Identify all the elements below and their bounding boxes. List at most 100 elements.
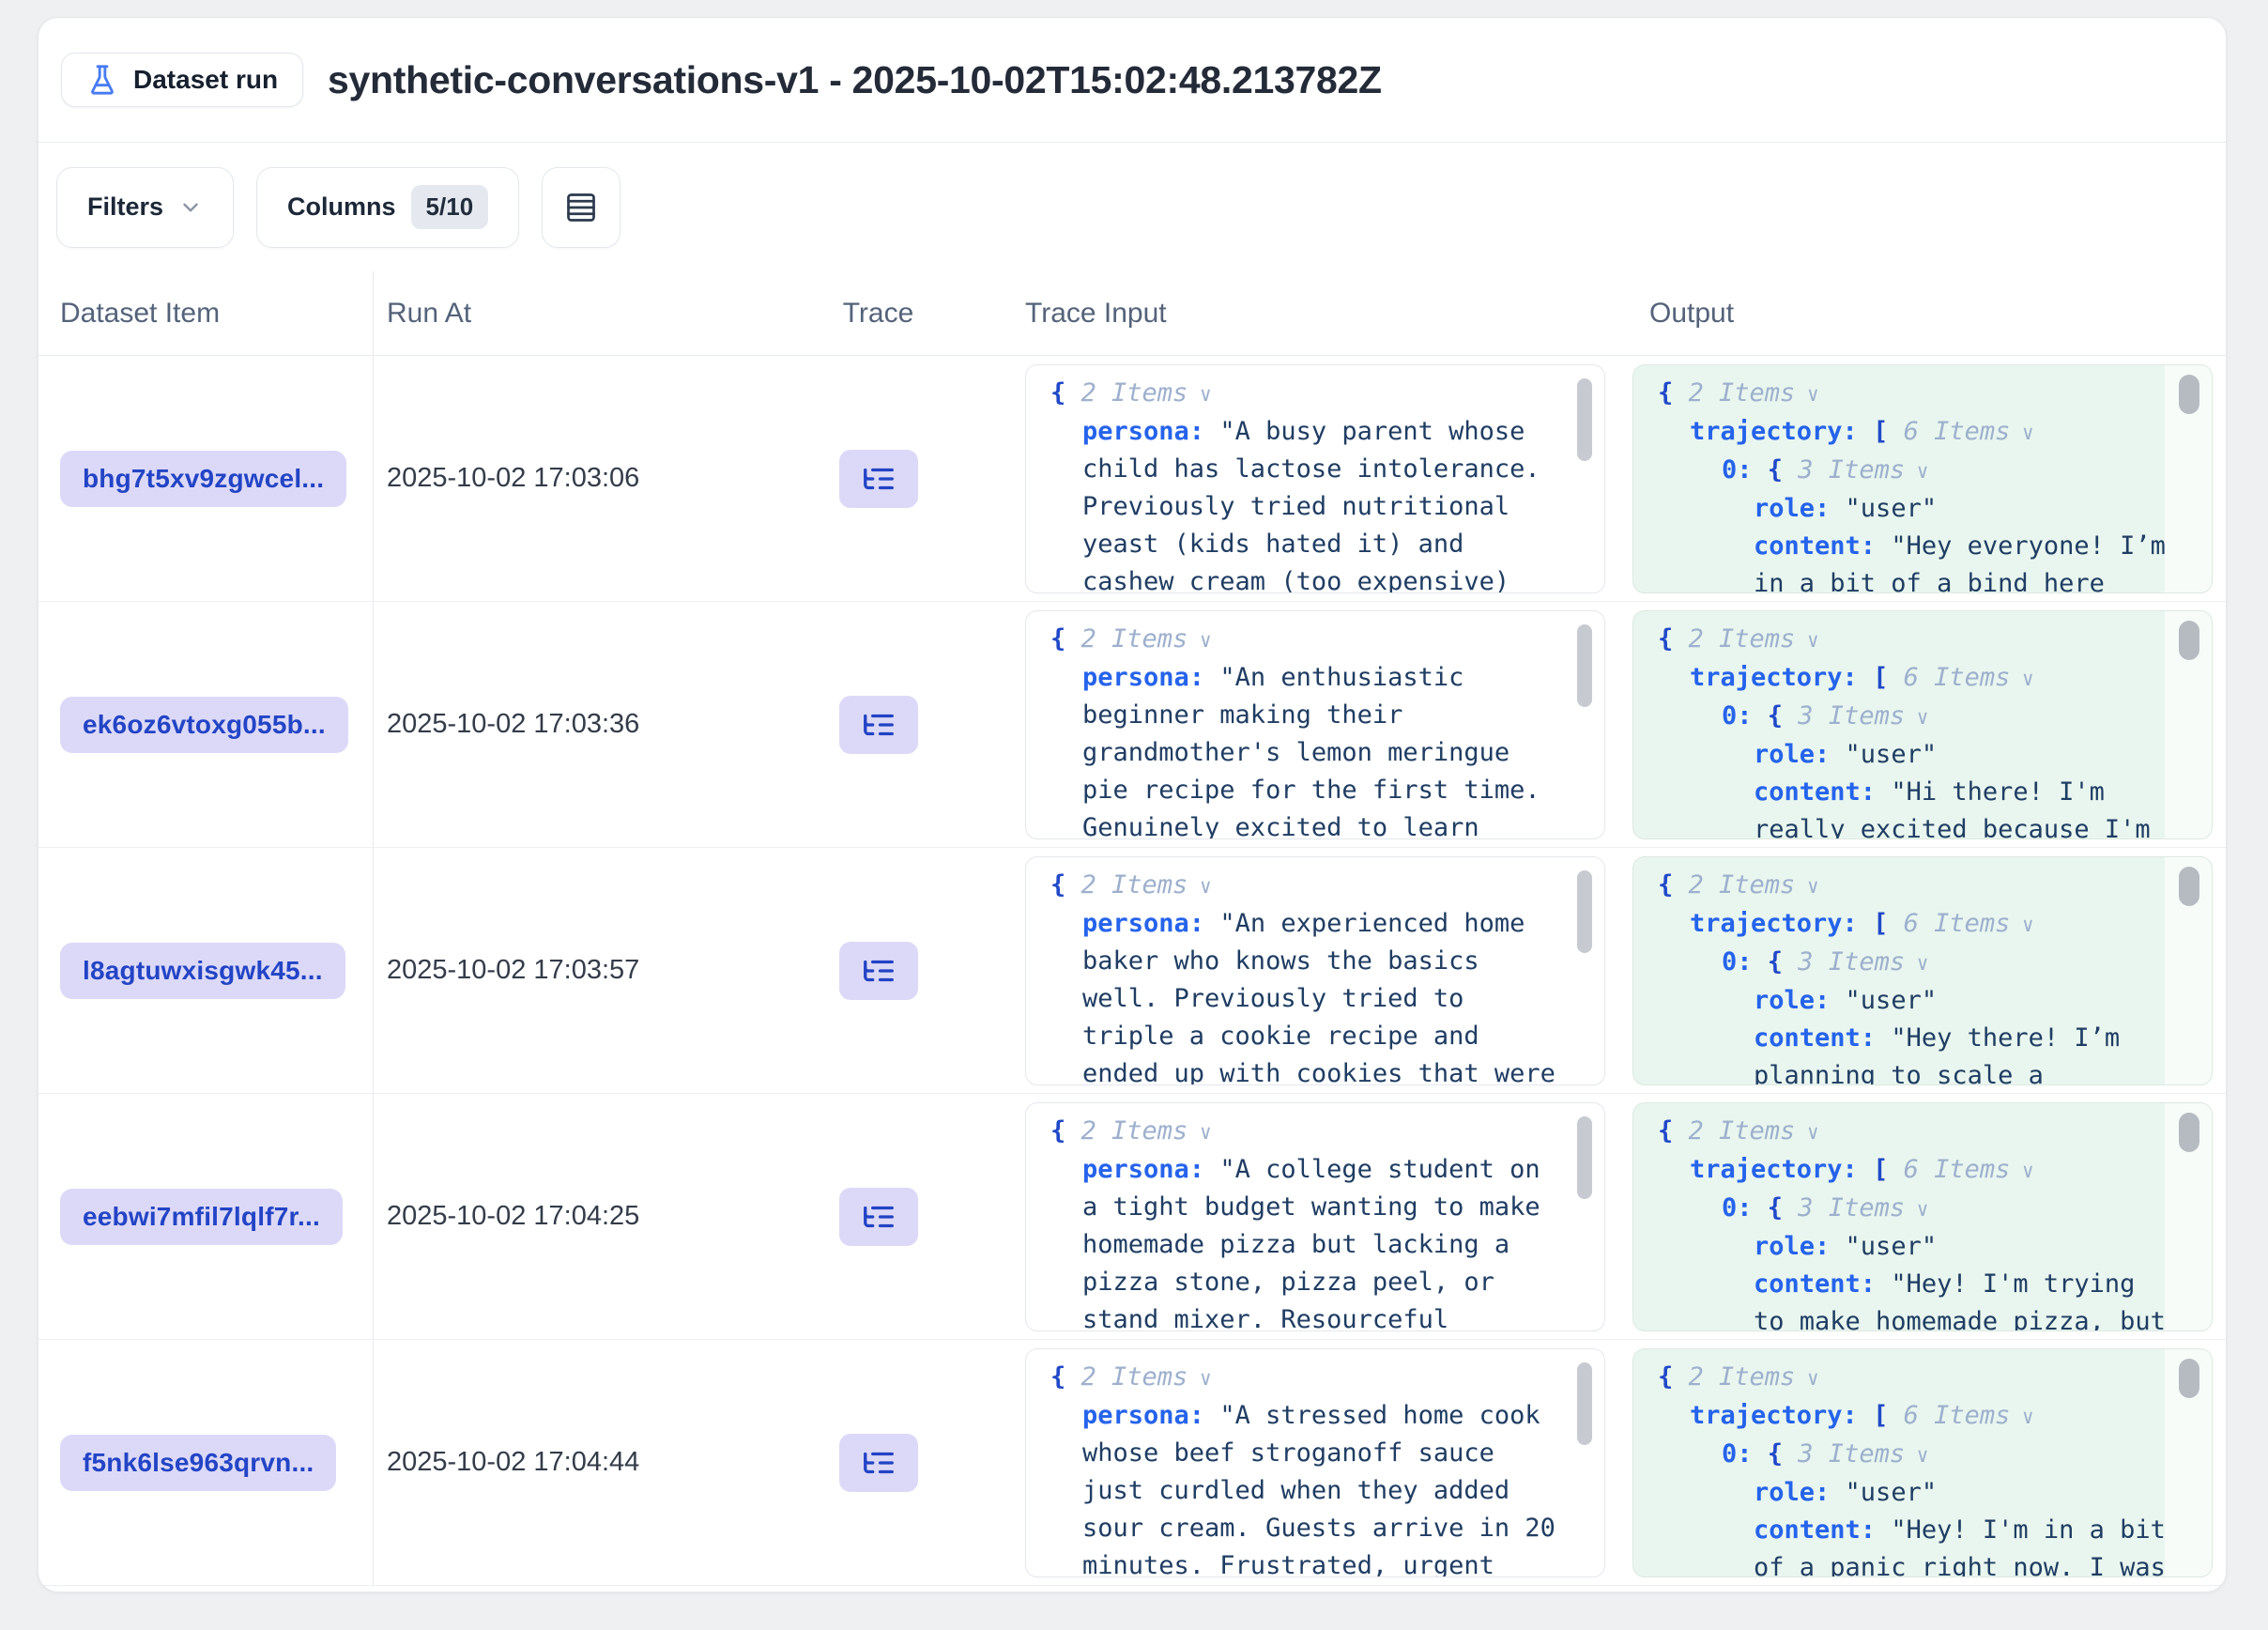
scrollbar-thumb[interactable]: [2179, 375, 2199, 414]
json-key: trajectory:: [1690, 909, 1873, 938]
collapse-chevron-icon[interactable]: ∨: [1795, 1366, 1818, 1390]
json-key: content:: [1754, 777, 1891, 807]
collapse-chevron-icon[interactable]: ∨: [2010, 913, 2033, 936]
json-brace: {: [1658, 1362, 1689, 1392]
json-line: in a bit of a bind here: [1658, 565, 2159, 593]
scrollbar-thumb[interactable]: [2179, 621, 2199, 660]
json-line: beginner making their: [1050, 697, 1552, 734]
json-line: persona: "An experienced home: [1050, 905, 1552, 943]
json-line: of a panic right now. I was: [1658, 1549, 2159, 1577]
scrollbar-thumb[interactable]: [1577, 378, 1592, 461]
trace-input-json-viewer[interactable]: { 2 Items ∨persona: "A busy parent whose…: [1025, 364, 1605, 593]
collapse-chevron-icon[interactable]: ∨: [1188, 382, 1211, 406]
json-line: trajectory: [ 6 Items ∨: [1658, 905, 2159, 944]
collapse-chevron-icon[interactable]: ∨: [1795, 382, 1818, 406]
json-key: persona:: [1082, 1401, 1219, 1430]
json-key: trajectory:: [1690, 663, 1873, 692]
trace-button[interactable]: [839, 1188, 918, 1246]
collapse-chevron-icon[interactable]: ∨: [2010, 421, 2033, 444]
collapse-chevron-icon[interactable]: ∨: [1905, 1443, 1928, 1467]
json-str: beginner making their: [1082, 700, 1402, 730]
collapse-chevron-icon[interactable]: ∨: [2010, 1405, 2033, 1428]
collapse-chevron-icon[interactable]: ∨: [1795, 874, 1818, 898]
filters-button[interactable]: Filters: [56, 167, 234, 248]
json-str: "An experienced home: [1219, 909, 1525, 938]
scrollbar-thumb[interactable]: [1577, 870, 1592, 953]
dataset-item-badge[interactable]: ek6oz6vtoxg055b...: [60, 697, 348, 753]
trace-input-json-viewer[interactable]: { 2 Items ∨persona: "An enthusiasticbegi…: [1025, 610, 1605, 839]
trace-input-json-viewer[interactable]: { 2 Items ∨persona: "A college student o…: [1025, 1102, 1605, 1331]
dataset-item-badge[interactable]: bhg7t5xv9zgwcel...: [60, 451, 346, 507]
dataset-item-cell: bhg7t5xv9zgwcel...: [38, 356, 374, 601]
scrollbar-thumb[interactable]: [2179, 1113, 2199, 1152]
collapse-chevron-icon[interactable]: ∨: [2010, 1159, 2033, 1182]
json-str: well. Previously tried to: [1082, 984, 1463, 1013]
trace-button[interactable]: [839, 942, 918, 1000]
trace-button[interactable]: [839, 1434, 918, 1492]
collapse-chevron-icon[interactable]: ∨: [1188, 1120, 1211, 1144]
trace-button[interactable]: [839, 696, 918, 754]
collapse-chevron-icon[interactable]: ∨: [1188, 1366, 1211, 1390]
json-line: 0: { 3 Items ∨: [1658, 1190, 2159, 1228]
collapse-chevron-icon[interactable]: ∨: [1905, 705, 1928, 729]
dataset-run-badge-label: Dataset run: [133, 65, 278, 95]
trace-cell: [763, 848, 993, 1093]
trace-button[interactable]: [839, 450, 918, 508]
json-str: grandmother's lemon meringue: [1082, 738, 1509, 767]
output-json-viewer[interactable]: { 2 Items ∨trajectory: [ 6 Items ∨0: { 3…: [1632, 364, 2213, 593]
column-header-run-at: Run At: [374, 271, 763, 355]
trace-input-json-viewer[interactable]: { 2 Items ∨persona: "An experienced home…: [1025, 856, 1605, 1085]
json-str: "Hi there! I'm: [1891, 777, 2105, 807]
json-brace: {: [1050, 1362, 1081, 1392]
json-line: content: "Hey everyone! I’m: [1658, 528, 2159, 565]
collapse-chevron-icon[interactable]: ∨: [1905, 459, 1928, 483]
collapse-chevron-icon[interactable]: ∨: [1905, 1197, 1928, 1221]
json-brace: {: [1050, 870, 1081, 900]
collapse-chevron-icon[interactable]: ∨: [1905, 951, 1928, 975]
json-brace: {: [1768, 1439, 1799, 1469]
json-str: stand mixer. Resourceful: [1082, 1305, 1448, 1331]
json-str: "An enthusiastic: [1219, 663, 1463, 692]
json-str: yeast (kids hated it) and: [1082, 530, 1463, 559]
scrollbar-thumb[interactable]: [1577, 1362, 1592, 1445]
trace-input-json-viewer[interactable]: { 2 Items ∨persona: "A stressed home coo…: [1025, 1348, 1605, 1577]
scrollbar-thumb[interactable]: [1577, 624, 1592, 707]
json-key: 0:: [1722, 455, 1768, 484]
output-cell: { 2 Items ∨trajectory: [ 6 Items ∨0: { 3…: [1613, 1094, 2226, 1339]
json-str: "user": [1846, 740, 1938, 769]
output-json-viewer[interactable]: { 2 Items ∨trajectory: [ 6 Items ∨0: { 3…: [1632, 856, 2213, 1085]
collapse-chevron-icon[interactable]: ∨: [2010, 667, 2033, 690]
json-key: 0:: [1722, 1439, 1768, 1469]
collapse-chevron-icon[interactable]: ∨: [1188, 628, 1211, 652]
output-json-viewer[interactable]: { 2 Items ∨trajectory: [ 6 Items ∨0: { 3…: [1632, 1348, 2213, 1577]
output-json-viewer[interactable]: { 2 Items ∨trajectory: [ 6 Items ∨0: { 3…: [1632, 610, 2213, 839]
json-line: stand mixer. Resourceful: [1050, 1301, 1552, 1331]
columns-button[interactable]: Columns 5/10: [256, 167, 519, 248]
dataset-item-badge[interactable]: eebwi7mfil7lqlf7r...: [60, 1189, 343, 1245]
scrollbar-thumb[interactable]: [1577, 1116, 1592, 1199]
filters-label: Filters: [87, 192, 163, 222]
json-str: pie recipe for the first time.: [1082, 776, 1540, 805]
collapse-chevron-icon[interactable]: ∨: [1188, 874, 1211, 898]
json-line: { 2 Items ∨: [1050, 1113, 1552, 1151]
run-at-value: 2025-10-02 17:03:06: [374, 356, 763, 601]
rows-icon: [564, 191, 598, 224]
output-json-viewer[interactable]: { 2 Items ∨trajectory: [ 6 Items ∨0: { 3…: [1632, 1102, 2213, 1331]
dataset-item-cell: l8agtuwxisgwk45...: [38, 848, 374, 1093]
json-line: { 2 Items ∨: [1050, 621, 1552, 659]
json-brace: {: [1658, 1116, 1689, 1146]
table-header: Dataset Item Run At Trace Trace Input Ou…: [38, 271, 2226, 356]
row-height-button[interactable]: [542, 167, 621, 248]
scrollbar-thumb[interactable]: [2179, 1359, 2199, 1398]
json-brace: {: [1768, 947, 1799, 976]
scrollbar-thumb[interactable]: [2179, 867, 2199, 906]
json-str: "Hey there! I’m: [1891, 1023, 2120, 1053]
json-meta: 3 Items: [1798, 1439, 1905, 1469]
dataset-item-badge[interactable]: l8agtuwxisgwk45...: [60, 943, 345, 999]
collapse-chevron-icon[interactable]: ∨: [1795, 628, 1818, 652]
collapse-chevron-icon[interactable]: ∨: [1795, 1120, 1818, 1144]
table-row: bhg7t5xv9zgwcel... 2025-10-02 17:03:06 { 2…: [38, 356, 2226, 602]
json-key: trajectory:: [1690, 417, 1873, 446]
json-line: content: "Hey! I'm in a bit: [1658, 1512, 2159, 1549]
dataset-item-badge[interactable]: f5nk6lse963qrvn...: [60, 1435, 336, 1491]
